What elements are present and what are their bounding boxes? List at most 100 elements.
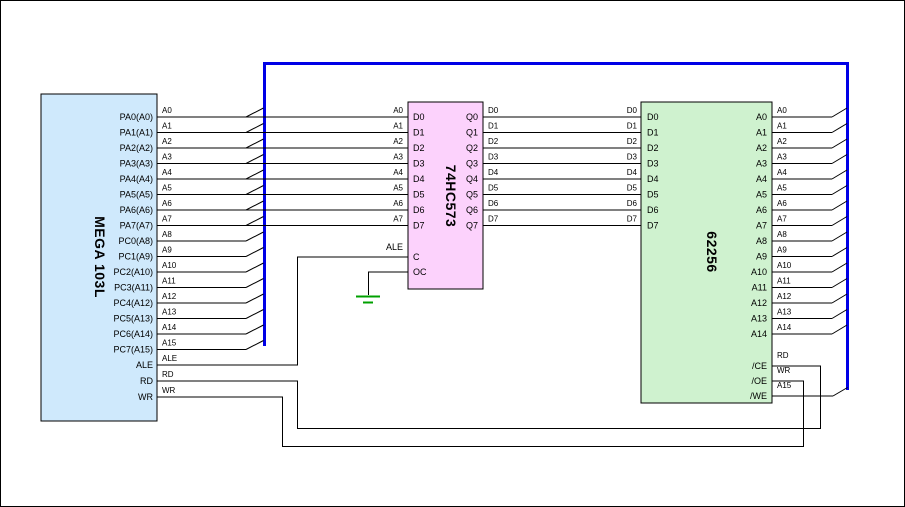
mcu-wire-label: A5 [162, 184, 172, 193]
bus-entry-wire [246, 248, 264, 257]
sram-control-pin-label: /WE [750, 391, 767, 401]
sram-address-pin-label: A5 [756, 190, 767, 200]
mcu-pin-label: WR [138, 392, 153, 402]
sram-address-wire-label: A1 [777, 122, 787, 131]
sram-data-pin-label: D0 [647, 112, 659, 122]
latch-input-pin-label: D5 [413, 190, 425, 200]
data-wire-label: D5 [627, 184, 638, 193]
data-wire-label: D5 [488, 184, 499, 193]
mcu-pin-label: PA4(A4) [120, 174, 153, 184]
data-wire-label: D2 [488, 137, 499, 146]
bus-entry-wire [246, 232, 264, 241]
bus-entry-wire [246, 263, 264, 272]
latch-output-pin-label: Q6 [466, 205, 478, 215]
mcu-pin-label: PA2(A2) [120, 143, 153, 153]
bus-entry-wire [246, 201, 264, 210]
latch-input-wire-label: A2 [393, 137, 403, 146]
bus-entry-wire [832, 248, 847, 257]
sram-address-wire-label: A11 [777, 277, 791, 286]
bus-entry-wire [246, 155, 264, 164]
sram-control-wire-label: A15 [777, 381, 792, 390]
bus-entry-wire [246, 325, 264, 334]
latch-output-pin-label: Q4 [466, 174, 478, 184]
mcu-pin-label: PA7(A7) [120, 221, 153, 231]
mcu-wire-label: A6 [162, 199, 172, 208]
bus-entry-wire [832, 232, 847, 241]
latch-output-pin-label: Q1 [466, 128, 478, 138]
latch-input-wire-label: A1 [393, 122, 403, 131]
sram-address-wire-label: A12 [777, 292, 792, 301]
mcu-pin-label: PC4(A12) [113, 298, 153, 308]
sram-address-wire-label: A4 [777, 168, 787, 177]
bus-entry-wire [832, 124, 847, 133]
data-wire-label: D3 [488, 153, 499, 162]
mcu-pin-label: RD [140, 376, 153, 386]
data-wire-label: D3 [627, 153, 638, 162]
bus-entry-wire [832, 201, 847, 210]
latch-input-pin-label: D0 [413, 112, 425, 122]
mcu-wire-label: A0 [162, 106, 172, 115]
bus-entry-wire [246, 341, 264, 350]
latch-input-pin-label: D6 [413, 205, 425, 215]
mcu-pin-label: PC2(A10) [113, 267, 153, 277]
bus-entry-wire [246, 279, 264, 288]
bus-entry-wire [246, 310, 264, 319]
mcu-pin-label: PC7(A15) [113, 345, 153, 355]
data-wire-label: D7 [627, 215, 638, 224]
bus-entry-wire [832, 279, 847, 288]
data-wire-label: D1 [488, 122, 499, 131]
latch-input-wire-label: A7 [393, 215, 403, 224]
bus-entry-wire [832, 217, 847, 226]
we-bus-entry [833, 388, 848, 397]
mcu-pin-label: PC3(A11) [114, 283, 153, 293]
latch-output-pin-label: Q3 [466, 159, 478, 169]
sram-address-pin-label: A3 [756, 159, 767, 169]
sram-address-pin-label: A14 [751, 329, 767, 339]
data-wire-label: D7 [488, 215, 499, 224]
sram-data-pin-label: D5 [647, 190, 659, 200]
sram-address-wire-label: A3 [777, 153, 787, 162]
sram-address-pin-label: A1 [756, 128, 767, 138]
sram-data-pin-label: D2 [647, 143, 659, 153]
data-wire-label: D6 [488, 199, 499, 208]
mcu-wire-label: A14 [162, 323, 177, 332]
mcu-wire-label: A4 [162, 168, 172, 177]
bus-entry-wire [246, 217, 264, 226]
sram-address-pin-label: A2 [756, 143, 767, 153]
sram-data-pin-label: D4 [647, 174, 659, 184]
sram-address-pin-label: A12 [751, 298, 767, 308]
latch-output-pin-label: Q5 [466, 190, 478, 200]
sram-address-wire-label: A7 [777, 215, 787, 224]
bus-entry-wire [832, 155, 847, 164]
sram-control-wire-label: WR [777, 366, 791, 375]
sram-address-pin-label: A6 [756, 205, 767, 215]
mcu-wire-label: A12 [162, 292, 177, 301]
latch-output-pin-label: Q2 [466, 143, 478, 153]
mcu-wire-label: A11 [162, 277, 176, 286]
data-wire-label: D0 [488, 106, 499, 115]
latch-input-pin-label: D3 [413, 159, 425, 169]
mcu-wire-label: WR [162, 386, 176, 395]
sram-control-wire-label: RD [777, 351, 789, 360]
mcu-wire-label: ALE [162, 354, 177, 363]
mcu-wire-label: A8 [162, 230, 172, 239]
bus-entry-wire [832, 139, 847, 148]
latch-input-wire-label: A0 [393, 106, 403, 115]
sram-address-wire-label: A5 [777, 184, 787, 193]
sram-address-pin-label: A10 [751, 267, 767, 277]
bus-entry-wire [246, 108, 264, 117]
latch-input-pin-label: D7 [413, 221, 425, 231]
latch-input-pin-label: D2 [413, 143, 425, 153]
latch-output-pin-label: Q7 [466, 221, 478, 231]
bus-entry-wire [832, 263, 847, 272]
sram-address-wire-label: A0 [777, 106, 787, 115]
latch-input-wire-label: A6 [393, 199, 403, 208]
latch-title: 74HC573 [443, 165, 459, 228]
sram-address-wire-label: A2 [777, 137, 787, 146]
latch-oc-pin-label: OC [413, 267, 427, 277]
sram-address-pin-label: A13 [751, 314, 767, 324]
mcu-pin-label: PC0(A8) [118, 236, 153, 246]
bus-entry-wire [832, 170, 847, 179]
sram-address-wire-label: A14 [777, 323, 792, 332]
bus-entry-wire [832, 310, 847, 319]
